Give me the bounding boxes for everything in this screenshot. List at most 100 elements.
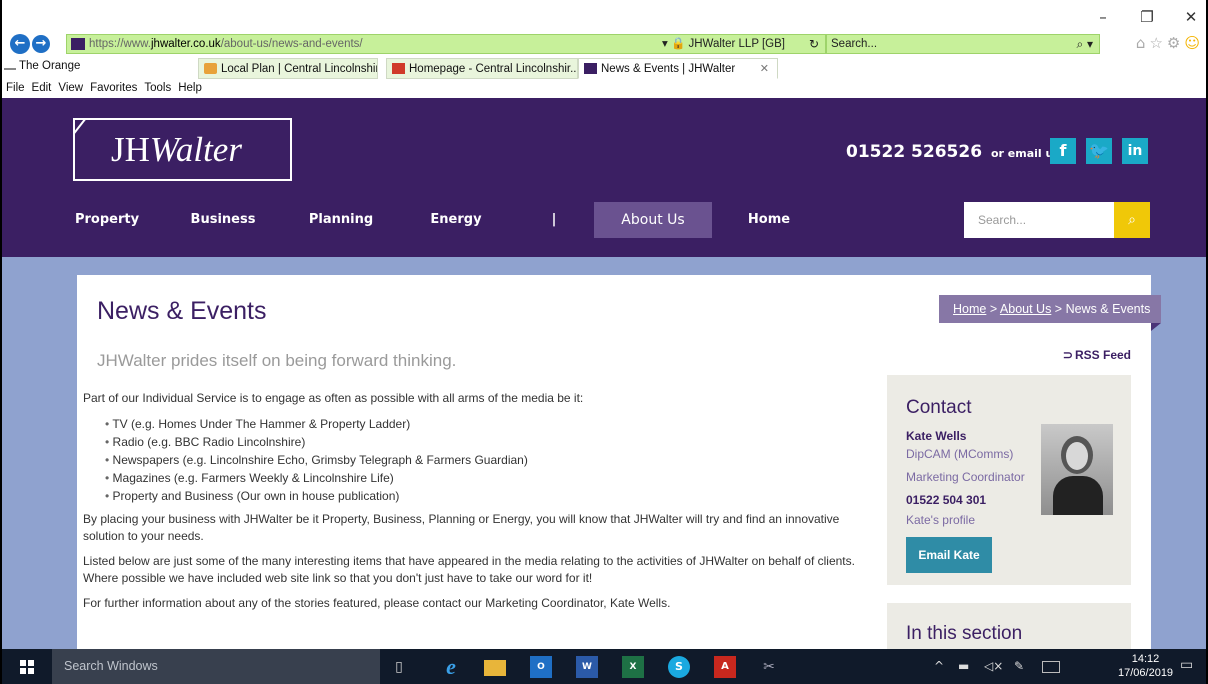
nav-home[interactable]: Home	[744, 202, 794, 238]
breadcrumb-separator: >	[1051, 302, 1066, 316]
linkedin-icon[interactable]: in	[1122, 138, 1148, 164]
pen-icon[interactable]: ✎	[1014, 659, 1024, 673]
paragraph: By placing your business with JHWalter b…	[83, 512, 840, 543]
nav-planning[interactable]: Planning	[307, 202, 375, 238]
site-search-input[interactable]: Search...	[964, 202, 1114, 238]
breadcrumb-home[interactable]: Home	[953, 302, 986, 316]
browser-search-input[interactable]: Search... ⌕ ▾	[826, 34, 1100, 54]
clock-time: 14:12	[1131, 653, 1160, 665]
site-identity[interactable]: ▾ 🔒 JHWalter LLP [GB]	[662, 35, 785, 53]
taskbar-clock[interactable]: 14:12 17/06/2019	[1118, 652, 1173, 680]
back-arrow-icon[interactable]: ←	[10, 34, 30, 54]
email-kate-button[interactable]: Email Kate	[906, 537, 992, 573]
snipping-tool-icon[interactable]: ✂	[758, 656, 780, 678]
facebook-icon[interactable]: f	[1050, 138, 1076, 164]
list-item: Radio (e.g. BBC Radio Lincolnshire)	[105, 433, 873, 451]
keyboard-icon[interactable]	[1042, 661, 1060, 673]
central-lincolnshire-favicon-icon	[392, 63, 405, 74]
breadcrumb-fold	[1151, 323, 1161, 331]
list-item: Newspapers (e.g. Lincolnshire Echo, Grim…	[105, 451, 873, 469]
contact-photo	[1041, 424, 1113, 515]
menu-help[interactable]: Help	[178, 82, 202, 94]
restore-icon[interactable]: ❐	[1138, 8, 1156, 26]
minimize-icon[interactable]: –	[1094, 8, 1112, 26]
paragraph: Listed below are just some of the many i…	[83, 554, 855, 585]
outlook-icon[interactable]: O	[530, 656, 552, 678]
photo-body	[1053, 476, 1103, 515]
media-list: TV (e.g. Homes Under The Hammer & Proper…	[105, 415, 873, 505]
nav-about-us[interactable]: About Us	[594, 202, 712, 238]
address-bar[interactable]: https://www.jhwalter.co.uk/about-us/news…	[66, 34, 826, 54]
nav-business[interactable]: Business	[190, 202, 256, 238]
search-icon[interactable]: ⌕ ▾	[1076, 35, 1093, 53]
feedback-smiley-icon[interactable]: ☺	[1184, 34, 1200, 52]
file-explorer-icon[interactable]	[484, 660, 506, 676]
forward-arrow-icon[interactable]: →	[32, 35, 50, 53]
network-icon[interactable]: ▬	[958, 659, 969, 673]
favorites-item[interactable]: The Orange	[4, 60, 80, 72]
window-controls: – ❐ ✕	[1094, 8, 1200, 26]
logo-text-italic: Walter	[149, 130, 242, 169]
paragraph: For further information about any of the…	[83, 596, 671, 610]
jhwalter-logo[interactable]: JHWalter	[73, 118, 292, 181]
paragraph: Part of our Individual Service is to eng…	[83, 391, 584, 405]
close-icon[interactable]: ✕	[1182, 8, 1200, 26]
settings-gear-icon[interactable]: ⚙	[1167, 34, 1180, 52]
acrobat-icon[interactable]: A	[714, 656, 736, 678]
breadcrumb-current: News & Events	[1065, 302, 1151, 316]
screen: – ❐ ✕ ← → https://www.jhwalter.co.uk/abo…	[2, 0, 1206, 684]
nav-property[interactable]: Property	[74, 202, 140, 238]
tab-row: The Orange Local Plan | Central Lincolns…	[2, 57, 1206, 79]
taskbar-search[interactable]: Search Windows	[52, 649, 380, 684]
refresh-icon[interactable]: ↻	[809, 35, 819, 53]
contact-phone[interactable]: 01522 504 301	[906, 493, 986, 507]
menu-tools[interactable]: Tools	[144, 82, 171, 94]
contact-profile-link[interactable]: Kate's profile	[906, 513, 975, 527]
breadcrumb: Home > About Us > News & Events	[939, 295, 1161, 323]
url-host: jhwalter.co.uk	[151, 38, 221, 50]
favorites-star-icon[interactable]: ☆	[1149, 34, 1162, 52]
address-row: ← → https://www.jhwalter.co.uk/about-us/…	[2, 33, 1206, 55]
breadcrumb-about[interactable]: About Us	[1000, 302, 1051, 316]
twitter-icon[interactable]: 🐦	[1086, 138, 1112, 164]
list-item: Property and Business (Our own in house …	[105, 487, 873, 505]
task-view-icon[interactable]: ▯	[388, 656, 410, 678]
windows-start-icon[interactable]	[20, 660, 34, 674]
site-search-button[interactable]: ⌕	[1114, 202, 1150, 238]
nav-energy[interactable]: Energy	[428, 202, 484, 238]
menu-edit[interactable]: Edit	[32, 82, 52, 94]
rss-label: RSS Feed	[1074, 348, 1131, 362]
tray-chevron-icon[interactable]: ^	[934, 659, 944, 673]
site-identity-label: JHWalter LLP [GB]	[688, 38, 785, 50]
header-contact: 01522 526526 or email us	[846, 142, 1060, 162]
jhwalter-favicon-icon	[584, 63, 597, 74]
tab-central-lincolnshire[interactable]: Homepage - Central Lincolnshir...	[386, 58, 578, 79]
tab-news-events[interactable]: News & Events | JHWalter ✕	[578, 58, 778, 79]
jhwalter-favicon-icon	[71, 38, 85, 50]
browser-search-placeholder: Search...	[831, 38, 878, 50]
internet-explorer-icon[interactable]: e	[440, 656, 462, 678]
local-plan-favicon-icon	[204, 63, 217, 74]
logo-slash	[75, 120, 93, 179]
word-icon[interactable]: W	[576, 656, 598, 678]
menu-view[interactable]: View	[58, 82, 83, 94]
header-phone[interactable]: 01522 526526	[846, 142, 982, 162]
tab-label: Local Plan | Central Lincolnshire	[221, 63, 378, 75]
skype-icon[interactable]: S	[668, 656, 690, 678]
site-header: JHWalter 01522 526526 or email us f 🐦 in…	[2, 98, 1206, 257]
volume-muted-icon[interactable]: ◁×	[984, 659, 1003, 673]
contact-title: Contact	[906, 397, 972, 418]
menu-bar: File Edit View Favorites Tools Help	[2, 80, 1206, 97]
photo-face	[1066, 442, 1088, 470]
tab-local-plan[interactable]: Local Plan | Central Lincolnshire	[198, 58, 378, 79]
excel-icon[interactable]: X	[622, 656, 644, 678]
contact-qualification: DipCAM (MComms)	[906, 447, 1014, 461]
tab-close-icon[interactable]: ✕	[760, 59, 769, 78]
menu-file[interactable]: File	[6, 82, 25, 94]
menu-favorites[interactable]: Favorites	[90, 82, 137, 94]
rss-feed-link[interactable]: ⊃ RSS Feed	[1063, 348, 1131, 362]
list-item: Magazines (e.g. Farmers Weekly & Lincoln…	[105, 469, 873, 487]
home-icon[interactable]: ⌂	[1136, 34, 1146, 52]
favorites-item-label: The Orange	[19, 60, 81, 72]
action-center-icon[interactable]: ▭	[1180, 657, 1193, 673]
